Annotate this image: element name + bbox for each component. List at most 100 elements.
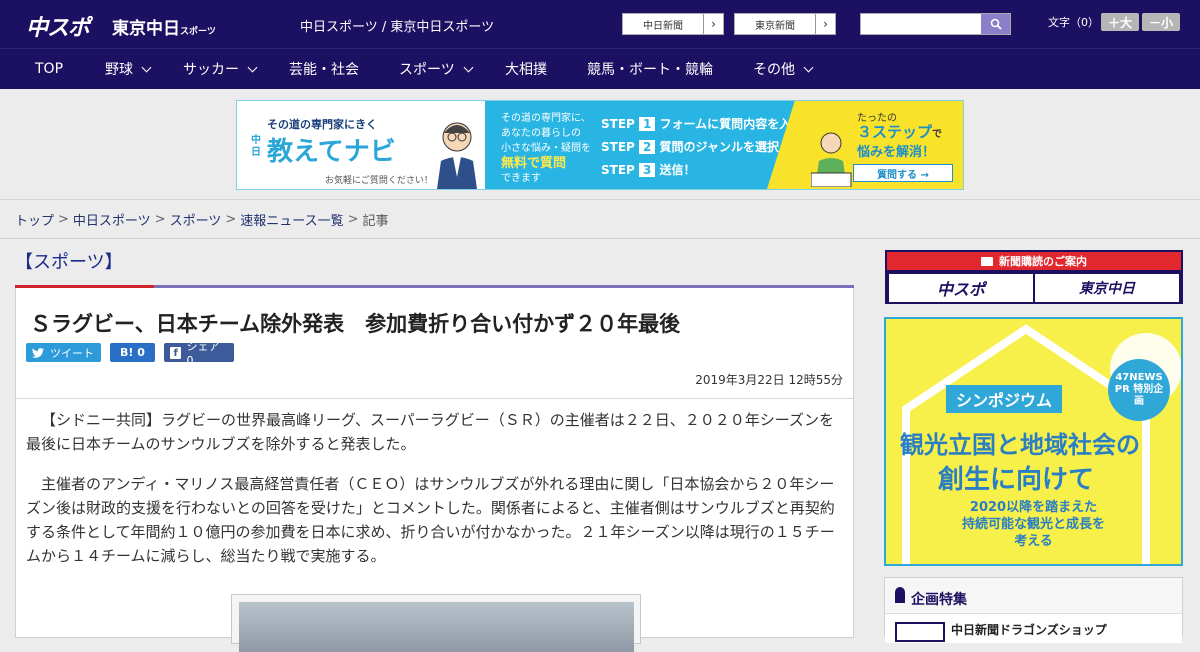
banner-mid-line4: できます	[501, 173, 541, 184]
article-headline: Ｓラグビー、日本チーム除外発表 参加費折り合い付かず２０年最後	[30, 312, 681, 336]
breadcrumb-separator: >	[154, 212, 166, 227]
nav-sports[interactable]: スポーツ	[399, 49, 474, 89]
nav-baseball[interactable]: 野球	[105, 49, 152, 89]
subscribe-chuspo-button[interactable]: 中スポ	[889, 274, 1033, 302]
article-divider	[16, 398, 853, 399]
ad-subtitle-line1: 2020以降を踏まえた	[969, 500, 1098, 515]
tokyo-chunichi-logo[interactable]: 東京中日スポーツ	[112, 14, 216, 39]
feature-title: 企画特集	[911, 592, 967, 608]
chevron-right-icon: ›	[703, 14, 723, 34]
nav-label: 競馬・ボート・競輪	[587, 62, 713, 78]
chuspo-logo[interactable]: 中スポ	[26, 10, 90, 42]
facebook-share-label: シェア 0	[186, 340, 220, 367]
banner-right-tail: で	[932, 129, 943, 140]
breadcrumb-separator: >	[225, 212, 237, 227]
breadcrumb-separator: >	[347, 212, 359, 227]
article-photo[interactable]	[239, 602, 634, 652]
feature-list: 中日新聞ドラゴンズショップ	[885, 613, 1182, 643]
person-laptop-icon	[811, 132, 852, 187]
ad-subtitle: 2020以降を踏まえた 持続可能な観光と成長を 考える	[886, 499, 1181, 550]
banner-brand: 教えてナビ	[267, 137, 396, 167]
feature-section: 企画特集 中日新聞ドラゴンズショップ	[884, 577, 1183, 643]
nav-top[interactable]: TOP	[35, 49, 63, 89]
nav-label: 芸能・社会	[289, 62, 359, 78]
main-nav: TOP 野球 サッカー 芸能・社会 スポーツ 大相撲 競馬・ボート・競輪 その他	[0, 48, 1200, 89]
publish-date: 2019年3月22日 12時55分	[695, 373, 843, 387]
nav-label: 野球	[105, 62, 133, 78]
nav-label: 大相撲	[505, 62, 547, 78]
step3-text: 送信！	[659, 163, 696, 177]
chevron-down-icon	[247, 62, 258, 72]
banner-mid-line1: その道の専門家に、	[501, 113, 591, 124]
banner-brand-small: 中日	[251, 135, 261, 158]
tokyo-logo-text: 東京中日	[112, 19, 180, 39]
font-smaller-button[interactable]: －小	[1142, 13, 1180, 31]
article-paragraph: 【シドニー共同】ラグビーの世界最高峰リーグ、スーパーラグビー（ＳＲ）の主催者は２…	[26, 411, 835, 453]
banner-right-solve: 悩みを解消！	[857, 145, 936, 160]
nav-other[interactable]: その他	[753, 49, 814, 89]
nav-label: TOP	[35, 61, 64, 77]
newspaper-icon	[981, 256, 993, 266]
breadcrumb: トップ > 中日スポーツ > スポーツ > 速報ニュース一覧 > 記事	[0, 201, 1200, 239]
shop-thumbnail-icon	[895, 622, 945, 642]
chevron-down-icon	[463, 62, 474, 72]
nav-sumo[interactable]: 大相撲	[505, 49, 547, 89]
nav-entertainment[interactable]: 芸能・社会	[289, 49, 359, 89]
banner-step2: STEP 2 質問のジャンルを選択	[601, 140, 779, 154]
nav-label: スポーツ	[399, 62, 455, 78]
banner-mid-line2: あなたの暮らしの	[501, 128, 581, 139]
banner-left-panel: その道の専門家にきく 中日 教えてナビ お気軽にご質問ください！	[237, 101, 485, 189]
nav-label: その他	[753, 62, 795, 78]
article-card: Ｓラグビー、日本チーム除外発表 参加費折り合い付かず２０年最後 ツイート B! …	[15, 288, 854, 652]
ad-subtitle-line2: 持続可能な観光と成長を	[961, 517, 1105, 532]
facebook-icon: f	[170, 346, 182, 359]
facebook-share-button[interactable]: f シェア 0	[164, 340, 234, 367]
nav-racing[interactable]: 競馬・ボート・競輪	[587, 49, 713, 89]
oshiete-navi-banner[interactable]: その道の専門家にきく 中日 教えてナビ お気軽にご質問ください！ その道の専門家…	[236, 100, 964, 190]
subscription-box: 新聞購読のご案内 中スポ 東京中日	[885, 250, 1183, 304]
banner-area: その道の専門家にきく 中日 教えてナビ お気軽にご質問ください！ その道の専門家…	[0, 89, 1200, 200]
breadcrumb-separator: >	[58, 212, 69, 227]
chunichi-shimbun-link[interactable]: 中日新聞 ›	[622, 13, 724, 35]
banner-mid-line3: 小さな悩み・疑問を	[501, 143, 591, 154]
advisor-illustration-icon	[437, 122, 477, 189]
category-heading: 【スポーツ】	[15, 252, 123, 273]
nav-soccer[interactable]: サッカー	[183, 49, 258, 89]
banner-ask-button[interactable]: 質問する →	[853, 164, 953, 182]
breadcrumb-sports[interactable]: スポーツ	[170, 210, 222, 229]
subscription-header: 新聞購読のご案内	[887, 252, 1181, 270]
banner-step3: STEP 3 送信！	[601, 163, 696, 177]
twitter-icon	[32, 347, 44, 358]
banner-tagline: その道の専門家にきく	[267, 118, 377, 131]
tokyo-logo-small: スポーツ	[180, 27, 216, 37]
search-input[interactable]	[860, 13, 1011, 35]
chevron-down-icon	[141, 62, 152, 72]
tokyo-shimbun-link[interactable]: 東京新聞 ›	[734, 13, 836, 35]
subscribe-tokyo-button[interactable]: 東京中日	[1035, 274, 1179, 302]
step2-text: 質問のジャンルを選択	[659, 140, 779, 154]
tokyo-link-label: 東京新聞	[755, 20, 795, 32]
site-description: 中日スポーツ / 東京中日スポーツ	[300, 20, 495, 35]
banner-step1: STEP 1 フォームに質問内容を入力	[601, 117, 804, 131]
tweet-button[interactable]: ツイート	[26, 343, 101, 362]
hatena-bookmark-button[interactable]: B! 0	[110, 343, 155, 362]
font-larger-button[interactable]: ＋大	[1101, 13, 1139, 31]
breadcrumb-top[interactable]: トップ	[15, 210, 54, 229]
chunichi-link-label: 中日新聞	[643, 20, 683, 32]
article-photo-frame	[231, 594, 641, 652]
breadcrumb-chunichi-sports[interactable]: 中日スポーツ	[73, 210, 151, 229]
ad-subtitle-line3: 考える	[1014, 534, 1053, 549]
search-button[interactable]	[981, 14, 1010, 34]
step1-text: フォームに質問内容を入力	[659, 117, 804, 131]
symposium-ad[interactable]: 47NEWS PR 特別企画 シンポジウム 観光立国と地域社会の 創生に向けて …	[884, 317, 1183, 566]
breadcrumb-news-list[interactable]: 速報ニュース一覧	[240, 210, 343, 229]
ribbon-icon	[895, 587, 905, 603]
ad-badge: 47NEWS PR 特別企画	[1108, 359, 1170, 421]
nav-label: サッカー	[183, 62, 239, 78]
search-icon	[990, 18, 1002, 30]
banner-note: お気軽にご質問ください！	[325, 176, 433, 186]
top-header: 中スポ 東京中日スポーツ 中日スポーツ / 東京中日スポーツ 中日新聞 › 東京…	[0, 0, 1200, 48]
ad-symposium-label: シンポジウム	[946, 385, 1063, 413]
chevron-down-icon	[803, 62, 814, 72]
breadcrumb-current: 記事	[362, 214, 389, 229]
